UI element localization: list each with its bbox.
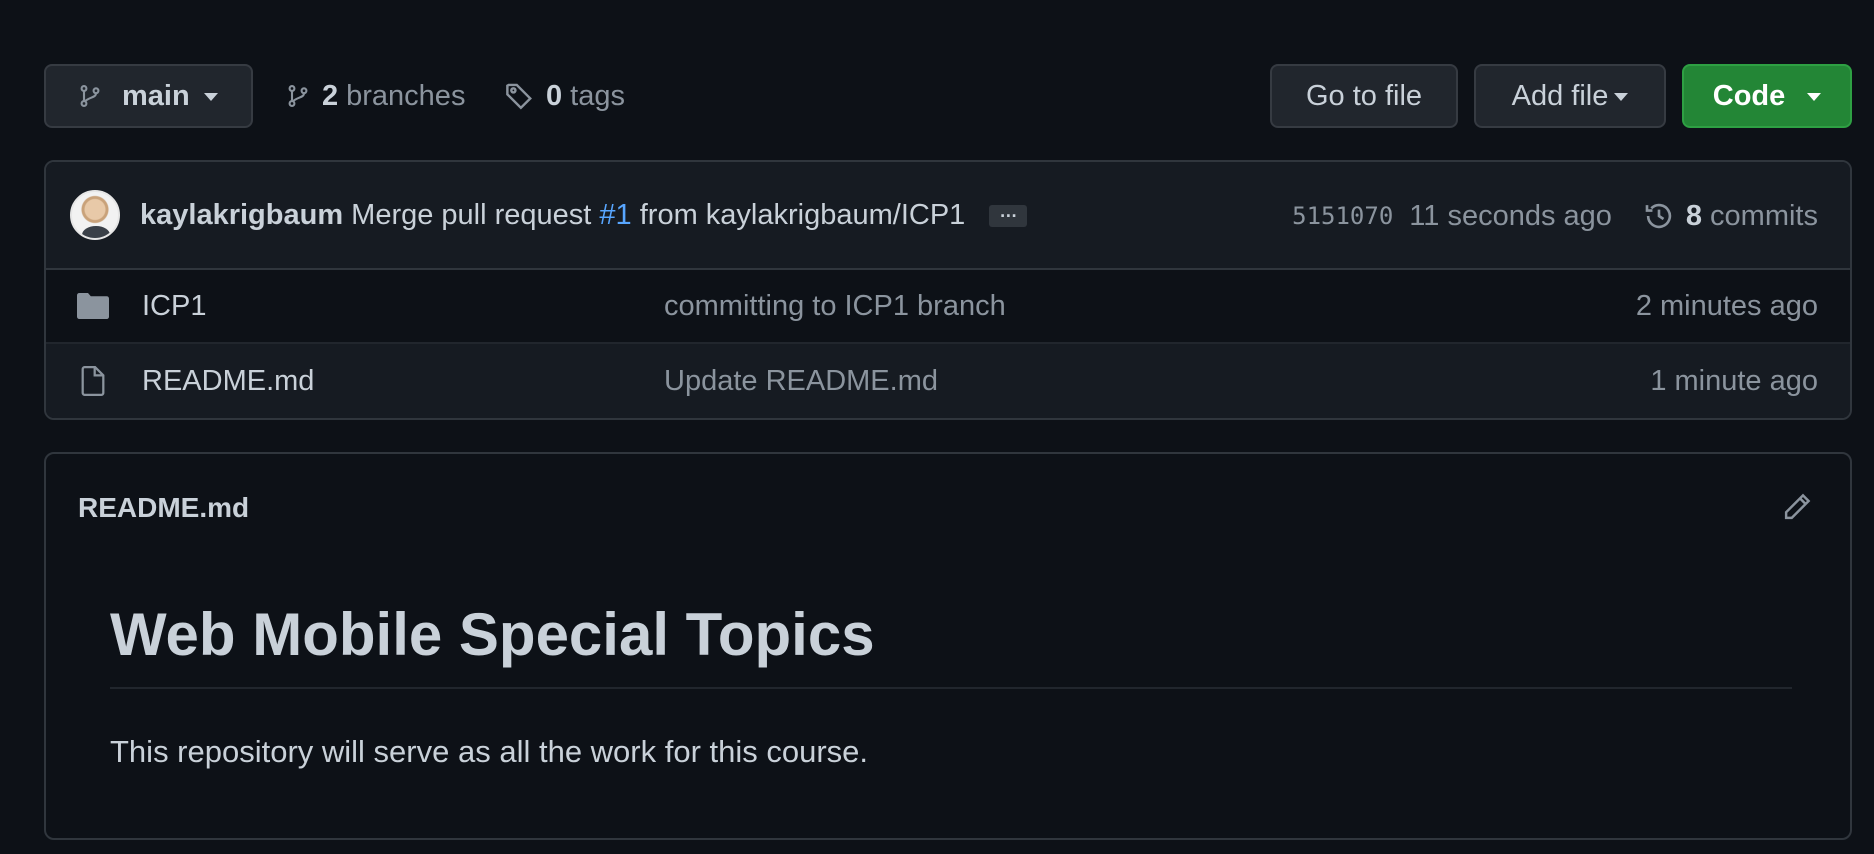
tag-icon bbox=[504, 81, 534, 111]
file-name-link[interactable]: ICP1 bbox=[142, 290, 206, 323]
commits-history-link[interactable]: 8 commits bbox=[1644, 200, 1818, 233]
commit-message: kaylakrigbaum Merge pull request #1 from… bbox=[140, 199, 1028, 232]
readme-panel: README.md Web Mobile Special Topics This… bbox=[44, 452, 1852, 840]
commit-author[interactable]: kaylakrigbaum bbox=[140, 199, 343, 231]
file-icon bbox=[76, 366, 110, 396]
folder-icon bbox=[76, 293, 110, 319]
add-file-label: Add file bbox=[1511, 79, 1609, 112]
repo-toolbar: main 2 branches 0 tags Go to file Add fi… bbox=[44, 64, 1852, 128]
go-to-file-label: Go to file bbox=[1305, 79, 1423, 112]
git-branch-icon bbox=[78, 82, 102, 110]
file-browser: kaylakrigbaum Merge pull request #1 from… bbox=[44, 160, 1852, 420]
commits-label: commits bbox=[1710, 199, 1818, 232]
commit-meta: 5151070 11 seconds ago 8 commits bbox=[1292, 162, 1818, 270]
avatar[interactable] bbox=[70, 190, 120, 240]
file-commit-message[interactable]: Update README.md bbox=[664, 365, 938, 398]
tags-link[interactable]: 0 tags bbox=[504, 64, 625, 128]
readme-body: This repository will serve as all the wo… bbox=[110, 734, 869, 769]
commits-count: 8 bbox=[1685, 199, 1703, 232]
chevron-down-icon bbox=[1807, 93, 1822, 101]
file-row: ICP1 committing to ICP1 branch 2 minutes… bbox=[46, 270, 1850, 344]
code-button[interactable]: Code bbox=[1682, 64, 1852, 128]
commit-time: 11 seconds ago bbox=[1409, 199, 1612, 232]
branches-link[interactable]: 2 branches bbox=[286, 64, 465, 128]
readme-filename[interactable]: README.md bbox=[78, 492, 249, 524]
commit-message-suffix[interactable]: from kaylakrigbaum/ICP1 bbox=[640, 199, 966, 231]
branches-count: 2 bbox=[322, 79, 339, 112]
file-commit-message[interactable]: committing to ICP1 branch bbox=[664, 290, 1006, 323]
latest-commit-bar: kaylakrigbaum Merge pull request #1 from… bbox=[46, 162, 1850, 270]
pencil-icon[interactable] bbox=[1782, 492, 1812, 522]
code-label: Code bbox=[1712, 79, 1786, 112]
git-branch-icon bbox=[286, 82, 310, 110]
commit-message-prefix[interactable]: Merge pull request bbox=[351, 199, 591, 231]
branch-select-button[interactable]: main bbox=[44, 64, 253, 128]
expand-commit-button[interactable]: … bbox=[989, 202, 1028, 227]
add-file-button[interactable]: Add file bbox=[1474, 64, 1666, 128]
tags-count: 0 bbox=[546, 79, 563, 112]
branches-label: branches bbox=[346, 79, 466, 112]
commit-sha[interactable]: 5151070 bbox=[1292, 202, 1393, 230]
chevron-down-icon bbox=[1614, 93, 1629, 101]
file-row: README.md Update README.md 1 minute ago bbox=[46, 344, 1850, 418]
go-to-file-button[interactable]: Go to file bbox=[1270, 64, 1458, 128]
file-name-link[interactable]: README.md bbox=[142, 365, 314, 398]
chevron-down-icon bbox=[203, 93, 218, 101]
tags-label: tags bbox=[570, 79, 625, 112]
readme-heading: Web Mobile Special Topics bbox=[110, 600, 1792, 689]
file-age: 2 minutes ago bbox=[1635, 289, 1818, 322]
history-icon bbox=[1644, 201, 1674, 231]
file-age: 1 minute ago bbox=[1650, 364, 1818, 397]
repo-page: main 2 branches 0 tags Go to file Add fi… bbox=[0, 0, 1874, 854]
pull-request-link[interactable]: #1 bbox=[599, 199, 631, 231]
branch-name: main bbox=[122, 79, 190, 112]
